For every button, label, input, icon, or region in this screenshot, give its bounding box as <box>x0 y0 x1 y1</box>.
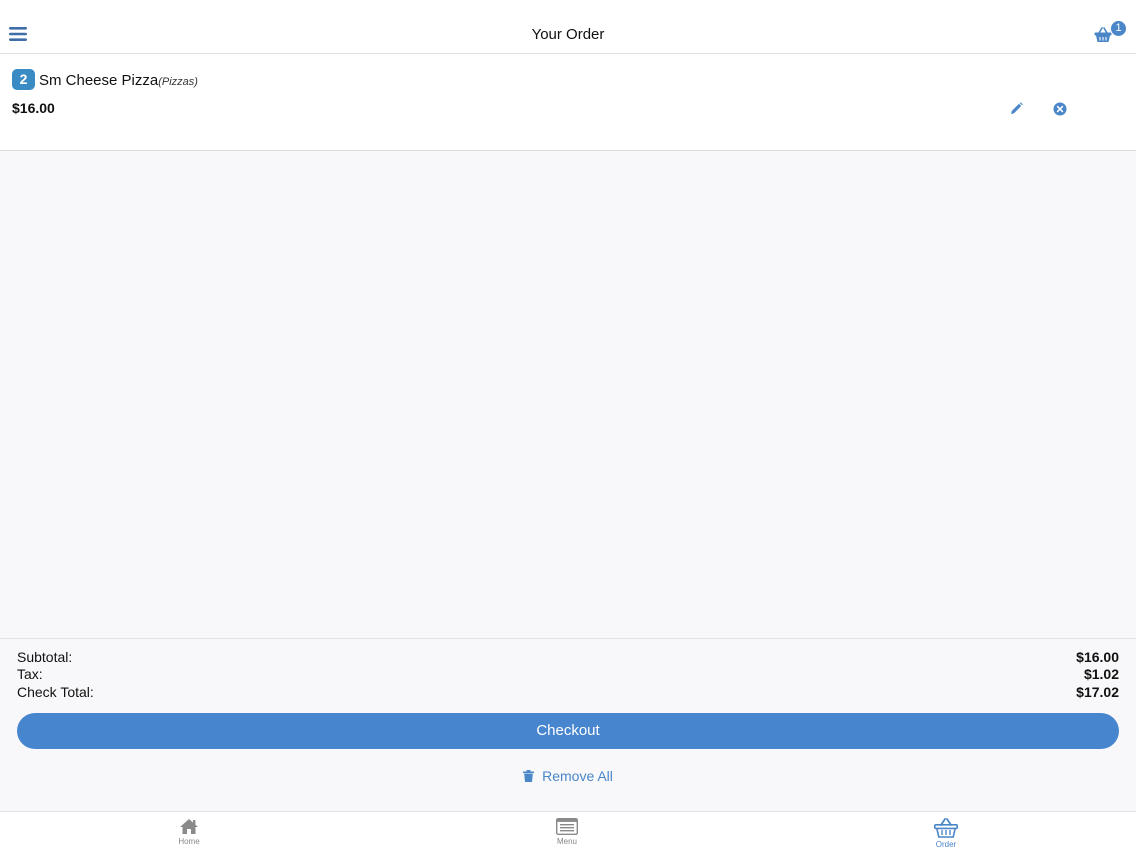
order-screen: Your Order 1 2 Sm Cheese Pizza(Pizzas) $… <box>0 0 1136 852</box>
cart-button[interactable]: 1 <box>1090 19 1130 47</box>
remove-all-button[interactable]: Remove All <box>0 768 1136 785</box>
quantity-badge: 2 <box>12 69 35 90</box>
pencil-icon <box>1011 102 1023 114</box>
tab-home-label: Home <box>178 837 200 846</box>
remove-all-content: Remove All <box>523 768 613 784</box>
cart-count-badge: 1 <box>1110 20 1127 37</box>
trash-icon <box>523 770 535 782</box>
item-price: $16.00 <box>12 100 55 116</box>
tab-menu[interactable]: Menu <box>537 818 597 852</box>
edit-item-button[interactable] <box>1008 101 1024 117</box>
tax-label: Tax: <box>17 666 43 682</box>
check-total-value: $17.02 <box>1076 684 1119 700</box>
basket-icon <box>934 818 958 838</box>
tab-order[interactable]: Order <box>916 818 976 852</box>
checkout-button[interactable]: Checkout <box>17 713 1119 749</box>
item-category: (Pizzas) <box>158 76 198 88</box>
menu-list-icon <box>556 818 578 835</box>
header-bar: Your Order 1 <box>0 0 1136 54</box>
item-title: Sm Cheese Pizza(Pizzas) <box>39 72 198 89</box>
remove-item-button[interactable] <box>1053 102 1067 116</box>
tax-value: $1.02 <box>1083 666 1119 682</box>
check-total-row: Check Total: $17.02 <box>17 684 1119 701</box>
tab-home[interactable]: Home <box>159 818 219 852</box>
bottom-tab-bar: Home Menu Order <box>0 811 1136 852</box>
order-item-row[interactable]: 2 Sm Cheese Pizza(Pizzas) $16.00 <box>0 54 1136 151</box>
tax-row: Tax: $1.02 <box>17 666 1119 683</box>
order-summary: Subtotal: $16.00 Tax: $1.02 Check Total:… <box>0 638 1136 812</box>
item-name: Sm Cheese Pizza <box>39 72 159 89</box>
close-circle-icon <box>1053 102 1067 116</box>
tab-order-label: Order <box>935 840 957 849</box>
tab-menu-label: Menu <box>556 837 577 846</box>
page-title: Your Order <box>531 26 605 43</box>
subtotal-label: Subtotal: <box>17 649 73 665</box>
home-icon <box>180 819 198 834</box>
remove-all-label: Remove All <box>542 768 613 784</box>
subtotal-row: Subtotal: $16.00 <box>17 649 1119 666</box>
check-total-label: Check Total: <box>17 684 94 700</box>
subtotal-value: $16.00 <box>1076 649 1119 665</box>
